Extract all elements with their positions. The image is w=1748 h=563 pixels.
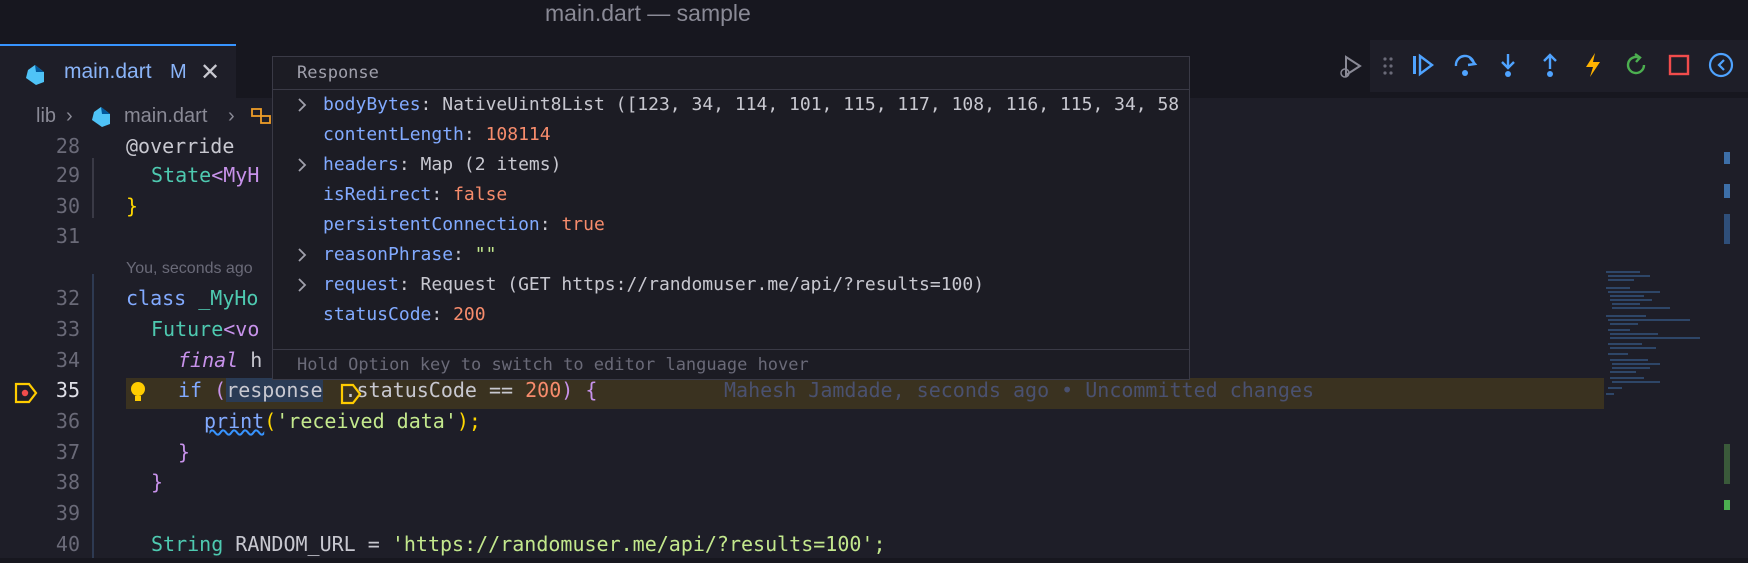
breadcrumb-folder[interactable]: lib [36,105,56,128]
code-text: State<MyH [151,163,260,187]
line-number: 38 [55,470,80,494]
hover-key: headers [323,154,399,175]
hover-row[interactable]: headers: Map (2 items) [273,152,1189,182]
hover-key: isRedirect [323,184,432,205]
grip-icon[interactable] [1382,56,1394,81]
class-symbol-icon [250,106,272,132]
hover-value: true [561,214,605,235]
hover-value: Request (GET https://randomuser.me/api/?… [420,274,985,295]
devtools-icon[interactable] [1708,52,1736,83]
step-over-icon[interactable] [1452,52,1480,83]
code-text: } [178,440,191,464]
code-text: } [126,194,139,218]
inline-blame: Mahesh Jamdade, seconds ago • Uncommitte… [724,378,1315,402]
hover-row[interactable]: persistentConnection: true [273,212,1189,242]
code-text: class _MyHo [126,286,259,310]
code-text: String RANDOM_URL = 'https://randomuser.… [151,532,886,556]
lightbulb-icon[interactable] [128,380,148,409]
chevron-right-icon: › [228,105,235,127]
code-text: @override [126,134,235,158]
hover-row[interactable]: bodyBytes: NativeUint8List ([123, 34, 11… [273,92,1189,122]
code-text: Future<vo [151,317,260,341]
divider [273,349,1189,350]
chevron-right-icon[interactable] [295,275,309,300]
hot-reload-icon[interactable] [1582,52,1604,83]
chevron-right-icon[interactable] [295,155,309,180]
line-number: 31 [55,224,80,248]
debug-toolbar [1340,40,1748,92]
chevron-right-icon[interactable] [295,95,309,120]
hover-key: reasonPhrase [323,244,454,265]
minimap[interactable] [1600,268,1720,408]
line-number: 33 [55,317,80,341]
tab-main-dart[interactable]: main.dart M ✕ [0,44,236,100]
line-number: 32 [55,286,80,310]
close-icon[interactable]: ✕ [200,58,220,87]
hover-value: Map (2 items) [420,154,562,175]
code-line: 36 print('received data'); [0,409,1748,440]
line-number: 30 [55,194,80,218]
hover-row[interactable]: reasonPhrase: "" [273,242,1189,272]
tab-label: main.dart [64,60,152,83]
code-line-breakpoint: 35 if (response .statusCode == 200) { Mah… [0,378,1748,409]
continue-icon[interactable] [1410,52,1436,83]
chevron-right-icon[interactable] [295,245,309,270]
hover-key: bodyBytes [323,94,421,115]
code-text: } [151,470,164,494]
scrollbar[interactable] [1724,144,1732,558]
line-number: 34 [55,348,80,372]
code-line: 40 String RANDOM_URL = 'https://randomus… [0,532,1748,563]
hover-value: 200 [453,304,486,325]
hover-value: NativeUint8List ([123, 34, 114, 101, 115… [442,94,1180,115]
line-number: 36 [55,409,80,433]
breadcrumb-file[interactable]: main.dart [124,105,207,128]
stop-icon[interactable] [1666,52,1692,83]
hover-key: contentLength [323,124,464,145]
hover-row[interactable]: statusCode: 200 [273,302,1189,332]
hover-header: Response [297,63,379,83]
line-number: 37 [55,440,80,464]
line-number: 40 [55,532,80,556]
hover-row[interactable]: contentLength: 108114 [273,122,1189,152]
window-title: main.dart — sample [545,0,751,26]
code-text: final h [178,348,263,372]
line-number: 35 [55,378,80,402]
hover-value: 108114 [485,124,551,145]
debug-hover-popup: Response bodyBytes: NativeUint8List ([12… [272,56,1190,380]
modified-indicator: M [170,61,187,83]
code-line: 38 } [0,470,1748,501]
code-text: if (response .statusCode == 200) { [178,378,598,402]
hover-key: statusCode [323,304,432,325]
step-into-icon[interactable] [1496,52,1520,83]
hover-key: persistentConnection [323,214,540,235]
line-number: 28 [55,134,80,158]
line-number: 39 [55,501,80,525]
code-line: 39 [0,501,1748,532]
code-line: 37 } [0,440,1748,471]
line-number: 29 [55,163,80,187]
divider [273,89,1189,90]
title-bar: main.dart — sample [0,0,1748,34]
step-out-icon[interactable] [1538,52,1562,83]
hover-key: request [323,274,399,295]
code-text: print('received data'); [204,409,481,433]
hover-row[interactable]: request: Request (GET https://randomuser… [273,272,1189,302]
hover-value: false [453,184,508,205]
restart-icon[interactable] [1624,52,1650,83]
chevron-right-icon: › [66,105,73,127]
dart-file-icon [24,64,46,91]
hover-row[interactable]: isRedirect: false [273,182,1189,212]
hover-footer-hint: Hold Option key to switch to editor lang… [297,355,809,375]
codelens-blame[interactable]: You, seconds ago [126,260,253,278]
run-debug-icon[interactable] [1338,54,1368,85]
hover-value: "" [474,244,497,265]
inline-breakpoint-icon[interactable] [340,383,362,410]
dart-file-icon [90,106,112,134]
